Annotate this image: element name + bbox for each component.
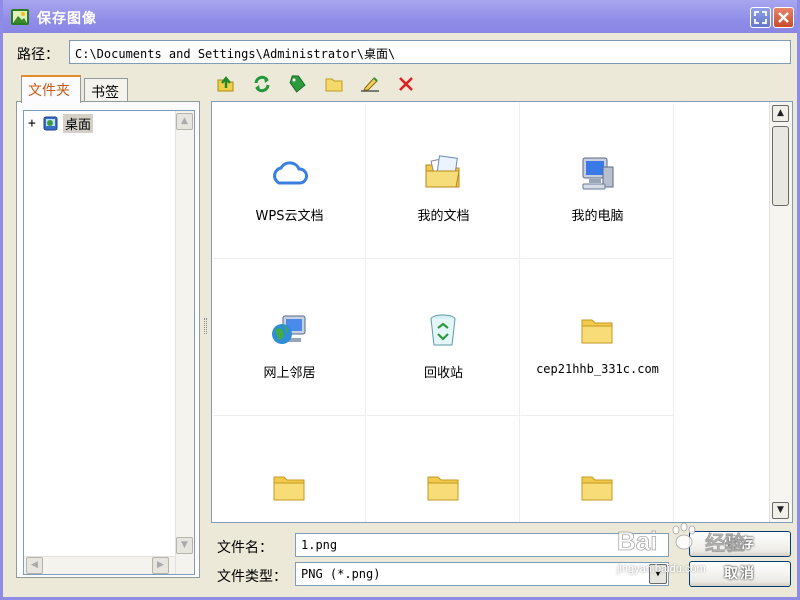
- tree-expander[interactable]: +: [28, 116, 42, 131]
- tree-node-desktop[interactable]: + 桌面: [28, 113, 94, 133]
- maximize-icon: [754, 11, 767, 24]
- folder-tree[interactable]: + 桌面 ▲ ▼ ◀ ▶: [23, 110, 195, 575]
- scroll-thumb[interactable]: [772, 126, 789, 206]
- folder-icon: [581, 319, 613, 344]
- window-title: 保存图像: [37, 11, 97, 27]
- desktop-icon: [43, 116, 58, 131]
- refresh-button[interactable]: [251, 73, 273, 95]
- file-item[interactable]: 回收站: [367, 260, 520, 416]
- filetype-select[interactable]: PNG (*.png) ▼: [295, 562, 669, 586]
- file-item-label: 网上邻居: [263, 366, 316, 381]
- close-icon: [778, 12, 789, 23]
- maximize-button[interactable]: [750, 7, 771, 28]
- file-item-label: 我的文档: [417, 209, 470, 224]
- my-documents-icon: [425, 155, 460, 188]
- up-folder-button[interactable]: [215, 73, 237, 95]
- dropdown-arrow-icon[interactable]: ▼: [649, 564, 667, 584]
- rename-button[interactable]: [359, 73, 381, 95]
- file-item-label: 回收站: [423, 366, 463, 381]
- refresh-icon: [254, 75, 270, 93]
- panel-splitter[interactable]: [204, 318, 207, 334]
- file-list-scrollbar[interactable]: ▲ ▼: [769, 102, 792, 522]
- tree-vertical-scrollbar[interactable]: ▲ ▼: [175, 111, 194, 574]
- scroll-down-button[interactable]: ▼: [772, 502, 789, 519]
- scroll-up-button[interactable]: ▲: [772, 105, 789, 122]
- my-computer-icon: [582, 157, 614, 190]
- folder-icon: [427, 476, 459, 501]
- file-item[interactable]: 我的文档: [367, 103, 520, 259]
- filetype-value: PNG (*.png): [301, 567, 381, 581]
- scroll-left-button[interactable]: ◀: [26, 557, 43, 574]
- app-icon: [11, 9, 29, 25]
- delete-button[interactable]: [395, 73, 417, 95]
- scroll-right-button[interactable]: ▶: [152, 557, 169, 574]
- new-folder-icon: [325, 78, 343, 92]
- path-label: 路径：: [17, 47, 59, 63]
- delete-icon: [399, 77, 413, 91]
- save-button[interactable]: 保存: [689, 531, 791, 557]
- filetype-label: 文件类型：: [217, 569, 287, 585]
- recycle-bin-icon: [430, 314, 456, 346]
- new-folder-button[interactable]: [323, 73, 345, 95]
- tree-label: 桌面: [63, 113, 94, 133]
- cloud-icon: [273, 161, 308, 185]
- file-item-label: 我的电脑: [571, 209, 624, 224]
- file-item[interactable]: [213, 417, 366, 522]
- bookmark-tag-icon: [289, 75, 306, 93]
- close-button[interactable]: [773, 7, 794, 28]
- path-field[interactable]: C:\Documents and Settings\Administrator\…: [69, 40, 791, 64]
- tab-bookmarks[interactable]: 书签: [84, 78, 128, 102]
- folder-up-icon: [217, 76, 234, 92]
- bookmark-button[interactable]: [287, 73, 309, 95]
- scroll-down-button[interactable]: ▼: [176, 537, 193, 554]
- file-item[interactable]: 网上邻居: [213, 260, 366, 416]
- rename-icon: [361, 77, 379, 92]
- filename-field[interactable]: 1.png: [295, 533, 669, 557]
- filename-label: 文件名：: [217, 540, 273, 556]
- file-item[interactable]: 我的电脑: [521, 103, 674, 259]
- folder-icon: [581, 476, 613, 501]
- file-item-label: WPS云文档: [255, 209, 324, 224]
- title-bar[interactable]: 保存图像: [3, 0, 797, 33]
- network-places-icon: [272, 315, 306, 344]
- file-item[interactable]: cep21hhb_331c.com: [521, 260, 674, 416]
- file-item[interactable]: WPS云文档: [213, 103, 366, 259]
- save-image-dialog: 保存图像 路径： C:\Documents and Settings\Admin…: [0, 0, 800, 600]
- scroll-up-button[interactable]: ▲: [176, 113, 193, 130]
- file-item[interactable]: [367, 417, 520, 522]
- file-item-label: cep21hhb_331c.com: [536, 362, 659, 376]
- file-list[interactable]: WPS云文档 我的文档 我的电脑 网上邻居 回收站 cep21hhb_331c.…: [211, 101, 793, 523]
- tab-folders[interactable]: 文件夹: [21, 75, 81, 103]
- file-item[interactable]: [521, 417, 674, 522]
- folder-icon: [273, 476, 305, 501]
- cancel-button[interactable]: 取消: [689, 561, 791, 587]
- tree-horizontal-scrollbar[interactable]: ◀ ▶: [24, 556, 175, 574]
